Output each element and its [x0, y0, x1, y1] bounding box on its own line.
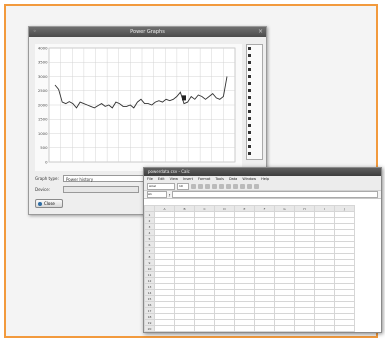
window-title: Power Graphs: [130, 29, 165, 35]
sheet-cell[interactable]: [214, 331, 235, 332]
y-tick-label: 1000: [38, 131, 48, 136]
close-button-label: Close: [44, 201, 55, 206]
y-tick-label: 3500: [38, 60, 48, 65]
legend-swatch: [248, 96, 251, 99]
font-name-box[interactable]: Arial: [147, 182, 175, 190]
legend-item: [247, 129, 262, 136]
sheet-cell[interactable]: [334, 331, 355, 332]
legend-item: [247, 143, 262, 150]
menu-item-file[interactable]: File: [147, 176, 153, 182]
legend-swatch: [248, 138, 251, 141]
legend-item: [247, 80, 262, 87]
legend-swatch: [248, 47, 251, 50]
legend-item: [247, 150, 262, 157]
legend-swatch: [248, 103, 251, 106]
cell-reference-box[interactable]: A1: [147, 191, 167, 198]
align-left-icon[interactable]: [212, 183, 217, 189]
menu-item-format[interactable]: Format: [198, 176, 210, 182]
font-color-icon[interactable]: [254, 183, 259, 189]
spreadsheet-title-bar[interactable]: powerdata.csv - Calc: [144, 168, 381, 176]
italic-icon[interactable]: [198, 183, 203, 189]
formatting-toolbar: Arial 10: [144, 182, 381, 191]
legend-item: [247, 52, 262, 59]
y-tick-label: 4000: [38, 45, 48, 50]
legend-swatch: [248, 145, 251, 148]
legend-item: [247, 73, 262, 80]
menu-item-tools[interactable]: Tools: [215, 176, 224, 182]
close-button-icon: [38, 201, 42, 206]
legend-item: [247, 66, 262, 73]
menu-item-help[interactable]: Help: [261, 176, 269, 182]
power-chart: 4000 3500 3000 2500 2000 1500 1000 500 0: [35, 44, 242, 171]
legend-item: [247, 45, 262, 52]
legend-item: [247, 108, 262, 115]
legend-swatch: [248, 54, 251, 57]
y-tick-label: 2000: [38, 102, 48, 107]
sheet-cell[interactable]: [314, 331, 335, 332]
graph-type-label: Graph type:: [35, 176, 59, 181]
close-button[interactable]: Close: [35, 199, 63, 208]
spreadsheet-window: powerdata.csv - Calc File Edit View Insert F…: [143, 167, 382, 333]
orange-frame: ◦ Power Graphs × 4000 3500 3000 2500 2000 150…: [4, 4, 382, 338]
device-dropdown[interactable]: [63, 186, 139, 193]
legend-item: [247, 101, 262, 108]
currency-icon[interactable]: [233, 183, 238, 189]
sheet-cell[interactable]: [234, 331, 255, 332]
legend-swatch: [248, 124, 251, 127]
y-tick-label: 1500: [38, 117, 48, 122]
legend-swatch: [248, 82, 251, 85]
legend-swatch: [248, 75, 251, 78]
menu-item-view[interactable]: View: [170, 176, 178, 182]
menu-item-edit[interactable]: Edit: [158, 176, 165, 182]
legend-item: [247, 136, 262, 143]
menu-item-data[interactable]: Data: [229, 176, 237, 182]
sheet-cell[interactable]: [194, 331, 215, 332]
sheet-cell[interactable]: [154, 331, 175, 332]
legend-item: [247, 59, 262, 66]
sheet-cell[interactable]: [254, 331, 275, 332]
formula-input[interactable]: [172, 191, 378, 198]
y-tick-label: 0: [45, 159, 48, 164]
legend-swatch: [248, 68, 251, 71]
table-row: 21: [144, 331, 355, 332]
series-marker: [182, 95, 186, 101]
legend-item: [247, 122, 262, 129]
legend-item: [247, 94, 262, 101]
bold-icon[interactable]: [191, 183, 196, 189]
chart-legend: [246, 44, 263, 160]
menu-item-insert[interactable]: Insert: [183, 176, 193, 182]
sheet-cell[interactable]: [274, 331, 295, 332]
device-label: Device:: [35, 187, 51, 192]
y-tick-label: 3000: [38, 74, 48, 79]
sheet-table: A B C D E F G H I J 1 2 3 4 5 6 7 8 9 10 11 12 13 14 15 16 17 18 19 2…: [144, 205, 355, 332]
menu-item-window[interactable]: Window: [242, 176, 256, 182]
legend-swatch: [248, 89, 251, 92]
title-bar[interactable]: ◦ Power Graphs ×: [29, 27, 266, 37]
formula-bar: A1 ƒ: [144, 191, 381, 199]
spreadsheet-grid[interactable]: A B C D E F G H I J 1 2 3 4 5 6 7 8 9 10 11 12 13 14 15 16 17 18 19 2…: [144, 205, 355, 332]
function-icon[interactable]: ƒ: [169, 193, 170, 197]
legend-swatch: [248, 110, 251, 113]
device-row: Device:: [35, 186, 139, 193]
legend-swatch: [248, 152, 251, 155]
legend-swatch: [248, 117, 251, 120]
y-tick-label: 2500: [38, 88, 48, 93]
underline-icon[interactable]: [205, 183, 210, 189]
sheet-cell[interactable]: [294, 331, 315, 332]
row-header[interactable]: 21: [144, 331, 155, 332]
legend-item: [247, 115, 262, 122]
align-center-icon[interactable]: [219, 183, 224, 189]
window-menu-icon[interactable]: ◦: [33, 27, 37, 37]
legend-swatch: [248, 61, 251, 64]
close-icon[interactable]: ×: [258, 27, 263, 37]
percent-icon[interactable]: [240, 183, 245, 189]
legend-swatch: [248, 131, 251, 134]
legend-item: [247, 87, 262, 94]
borders-icon[interactable]: [247, 183, 252, 189]
sheet-cell[interactable]: [174, 331, 195, 332]
y-tick-label: 500: [40, 145, 48, 150]
font-size-box[interactable]: 10: [177, 182, 189, 190]
align-right-icon[interactable]: [226, 183, 231, 189]
